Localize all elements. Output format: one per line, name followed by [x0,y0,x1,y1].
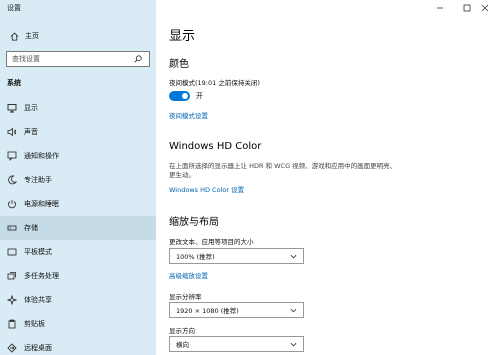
page-title: 显示 [169,29,196,44]
resolution-dropdown[interactable]: 1920 × 1080 (推荐) [169,302,304,318]
window-title: 设置 [7,4,21,12]
home-nav-item[interactable]: 主页 [0,28,156,44]
remote-desktop-icon [7,343,17,353]
moon-icon [7,175,17,185]
section-header: 系统 [7,79,21,87]
advanced-scaling-link[interactable]: 高级缩放设置 [169,270,208,280]
sidebar-item-label: 声音 [24,128,38,136]
power-icon [7,199,17,209]
notification-icon [7,151,17,161]
night-mode-label: 夜间模式(19:01 之前保持关闭) [169,79,260,87]
home-icon [9,32,19,41]
sidebar-item-label: 平板模式 [24,248,52,256]
multitask-icon [7,271,17,281]
chevron-down-icon [290,254,297,258]
sidebar-item-focus-assist[interactable]: 专注助手 [0,168,156,192]
hd-color-settings-link[interactable]: Windows HD Color 设置 [169,184,244,194]
sidebar: 设置 主页 系统 显示 声音 通知和操作 [0,0,156,355]
sidebar-item-storage[interactable]: 存储 [0,216,156,240]
sidebar-nav: 显示 声音 通知和操作 专注助手 电源和睡眠 存储 平板模式 多任务处理 体验共… [0,96,156,355]
scale-layout-heading: 缩放与布局 [169,217,219,228]
storage-icon [7,223,17,233]
sidebar-item-sound[interactable]: 声音 [0,120,156,144]
sidebar-item-label: 显示 [24,104,38,112]
sidebar-item-power-sleep[interactable]: 电源和睡眠 [0,192,156,216]
orientation-dropdown[interactable]: 横向 [169,336,304,352]
chevron-down-icon [290,308,297,312]
sidebar-item-multitasking[interactable]: 多任务处理 [0,264,156,288]
night-mode-settings-link[interactable]: 夜间模式设置 [169,110,208,120]
sidebar-item-shared-experiences[interactable]: 体验共享 [0,288,156,312]
scale-label: 更改文本、应用等项目的大小 [169,238,254,246]
sidebar-item-tablet-mode[interactable]: 平板模式 [0,240,156,264]
sidebar-item-notifications[interactable]: 通知和操作 [0,144,156,168]
sidebar-item-remote-desktop[interactable]: 远程桌面 [0,336,156,355]
color-section-heading: 颜色 [169,59,189,70]
hd-color-description: 在上面所选择的显示器上让 HDR 和 WCG 视频、游戏和应用中的画面更明亮、更… [169,162,397,179]
sidebar-item-label: 剪贴板 [24,320,45,328]
sidebar-item-display[interactable]: 显示 [0,96,156,120]
orientation-value: 横向 [176,341,189,349]
sidebar-item-label: 体验共享 [24,296,52,304]
orientation-label: 显示方向 [169,327,195,335]
sidebar-item-label: 存储 [24,224,38,232]
tablet-icon [7,247,17,257]
clipboard-icon [7,319,17,329]
hd-color-heading: Windows HD Color [169,141,262,152]
sidebar-item-label: 通知和操作 [24,152,59,160]
monitor-icon [7,103,17,113]
toggle-state-label: 开 [196,92,203,100]
resolution-value: 1920 × 1080 (推荐) [176,307,239,315]
toggle-knob [182,93,188,99]
sidebar-item-label: 多任务处理 [24,272,59,280]
speaker-icon [7,127,17,137]
search-box[interactable] [6,51,150,67]
resolution-label: 显示分辨率 [169,293,202,301]
search-input[interactable] [7,55,131,63]
sidebar-item-clipboard[interactable]: 剪贴板 [0,312,156,336]
share-icon [7,295,17,305]
scale-value: 100% (推荐) [176,253,215,261]
sidebar-item-label: 专注助手 [24,176,52,184]
chevron-down-icon [290,342,297,346]
sidebar-item-label: 电源和睡眠 [24,200,59,208]
home-label: 主页 [25,32,39,40]
scale-dropdown[interactable]: 100% (推荐) [169,248,304,264]
night-mode-toggle[interactable] [169,91,190,101]
main-panel: 显示 颜色 夜间模式(19:01 之前保持关闭) 开 夜间模式设置 Window… [169,0,500,355]
search-icon[interactable] [131,55,145,63]
sidebar-item-label: 远程桌面 [24,344,52,352]
